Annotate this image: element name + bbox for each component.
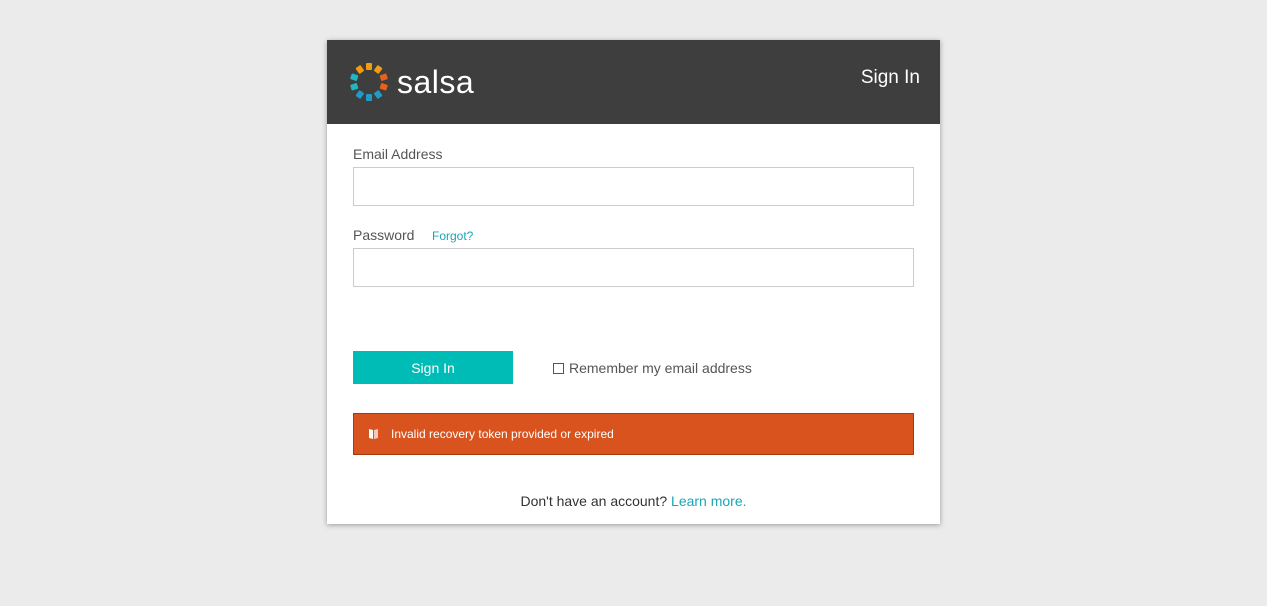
brand-name: salsa <box>397 63 475 100</box>
card-header: salsa Sign In <box>327 40 940 124</box>
page-title: Sign In <box>860 67 920 88</box>
brand-logo: salsa <box>347 60 474 104</box>
remember-email-label: Remember my email address <box>569 360 752 376</box>
password-field[interactable] <box>353 248 914 287</box>
remember-email-checkbox[interactable] <box>553 362 564 374</box>
salsa-sunburst-logo-icon <box>347 60 391 104</box>
email-label: Email Address <box>353 146 443 162</box>
error-alert: Invalid recovery token provided or expir… <box>353 413 914 455</box>
error-message: Invalid recovery token provided or expir… <box>391 427 614 441</box>
remember-email-option[interactable]: Remember my email address <box>553 360 752 376</box>
book-icon <box>368 428 379 440</box>
email-field[interactable] <box>353 167 914 206</box>
sign-in-button[interactable]: Sign In <box>353 351 513 384</box>
password-label: Password <box>353 227 415 243</box>
signup-text: Don't have an account? <box>520 493 668 509</box>
signin-card: salsa Sign In Email Address Password For… <box>327 40 940 524</box>
learn-more-link[interactable]: Learn more. <box>671 493 746 509</box>
signup-prompt: Don't have an account? Learn more. <box>353 493 914 509</box>
forgot-password-link[interactable]: Forgot? <box>432 229 473 243</box>
